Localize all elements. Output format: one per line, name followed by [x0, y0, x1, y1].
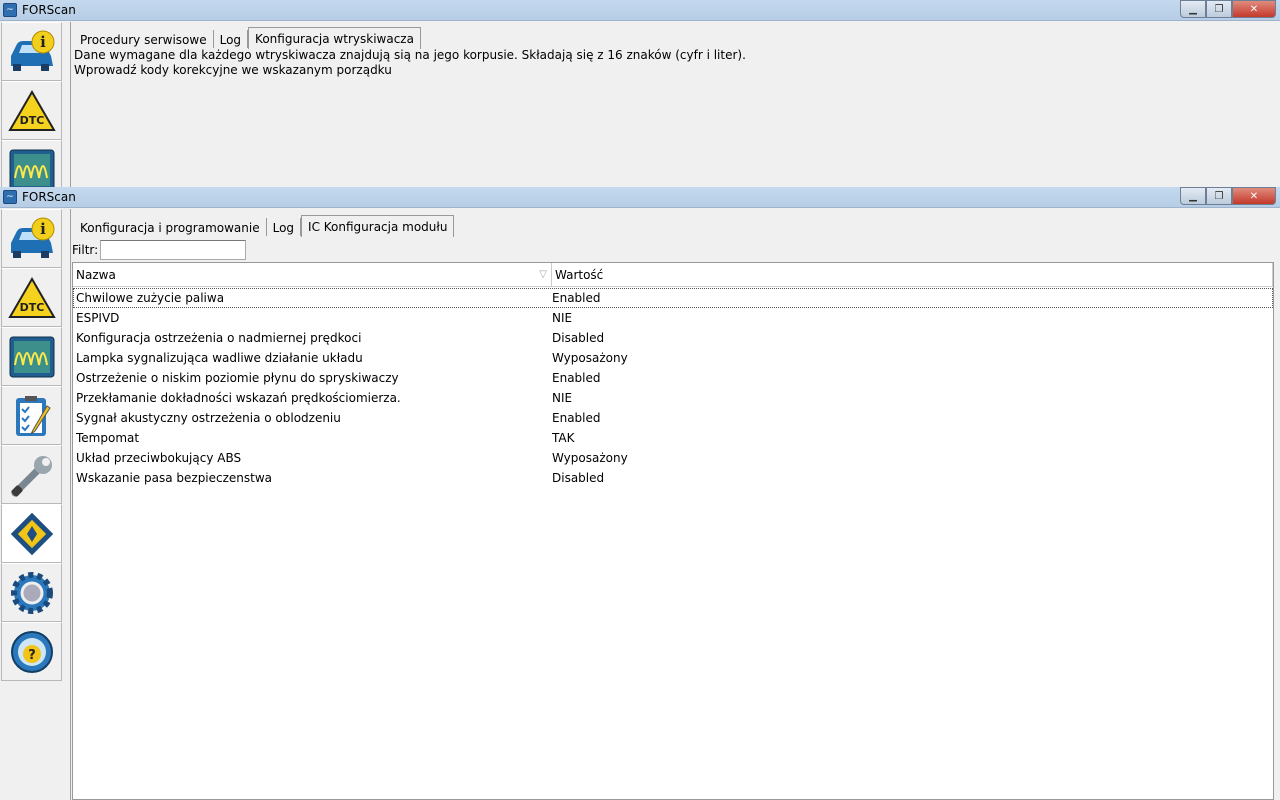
- table-row[interactable]: Sygnał akustyczny ostrzeżenia o oblodzen…: [73, 408, 1273, 428]
- forscan-app-icon: ~: [3, 190, 17, 204]
- close-button[interactable]: ✕: [1232, 187, 1276, 205]
- sidebar: DTC: [0, 22, 71, 187]
- cell-value[interactable]: Wyposażony: [549, 351, 628, 365]
- config-table: Nazwa ▽ Wartość Chwilowe zużycie paliwa En…: [72, 262, 1274, 800]
- cell-name: Wskazanie pasa bezpieczenstwa: [76, 471, 273, 485]
- close-button[interactable]: ✕: [1232, 0, 1276, 18]
- title-bar: ~ FORScan ▁ ❐ ✕: [0, 187, 1280, 208]
- dtc-label: DTC: [19, 301, 44, 314]
- oscilloscope-icon: [7, 148, 57, 188]
- sidebar: DTC: [0, 209, 71, 800]
- cell-name: Konfiguracja ostrzeżenia o nadmiernej pr…: [76, 331, 362, 345]
- sidebar-settings[interactable]: [1, 563, 62, 622]
- table-row[interactable]: Przekłamanie dokładności wskazań prędkoś…: [73, 388, 1273, 408]
- cell-name: Chwilowe zużycie paliwa: [76, 291, 225, 305]
- window-title: FORScan: [22, 190, 76, 204]
- table-row[interactable]: Wskazanie pasa bezpieczenstwa Disabled: [73, 468, 1273, 488]
- sort-icon: ▽: [539, 269, 547, 280]
- tab-bar: Procedury serwisowe Log Konfiguracja wtr…: [72, 26, 1280, 49]
- restore-button[interactable]: ❐: [1206, 0, 1232, 18]
- oscilloscope-icon: [7, 335, 57, 379]
- sidebar-vehicle-info[interactable]: [1, 22, 62, 81]
- sidebar-help[interactable]: [1, 622, 62, 681]
- cell-name: ESPIVD: [76, 311, 120, 325]
- tab-injector-config[interactable]: Konfiguracja wtryskiwacza: [248, 27, 421, 49]
- sidebar-checklist[interactable]: [1, 386, 62, 445]
- dtc-icon: DTC: [7, 89, 56, 131]
- table-row[interactable]: Konfiguracja ostrzeżenia o nadmiernej pr…: [73, 328, 1273, 348]
- cell-name: Przekłamanie dokładności wskazań prędkoś…: [76, 391, 401, 405]
- help-steering-icon: [7, 630, 57, 674]
- sidebar-service[interactable]: [1, 445, 62, 504]
- cell-name: Tempomat: [76, 431, 140, 445]
- cell-value[interactable]: TAK: [549, 431, 574, 445]
- cell-value[interactable]: Enabled: [549, 291, 601, 305]
- cell-value[interactable]: Wyposażony: [549, 451, 628, 465]
- wrench-icon: [7, 453, 57, 497]
- tab-bar: Konfiguracja i programowanie Log IC Konf…: [72, 214, 1280, 237]
- cell-name: Układ przeciwbokujący ABS: [76, 451, 242, 465]
- table-row[interactable]: Ostrzeżenie o niskim poziomie płynu do s…: [73, 368, 1273, 388]
- dtc-icon: DTC: [7, 276, 56, 318]
- sidebar-dtc[interactable]: DTC: [1, 81, 62, 140]
- forscan-app-icon: ~: [3, 3, 17, 17]
- sidebar-module-config[interactable]: [1, 504, 62, 563]
- sidebar-vehicle-info[interactable]: [1, 209, 62, 268]
- cell-name: Sygnał akustyczny ostrzeżenia o oblodzen…: [76, 411, 341, 425]
- tab-config-programming[interactable]: Konfiguracja i programowanie: [74, 218, 267, 236]
- checklist-icon: [7, 394, 57, 438]
- cell-value[interactable]: NIE: [549, 311, 572, 325]
- sidebar-oscilloscope[interactable]: [1, 327, 62, 386]
- restore-button[interactable]: ❐: [1206, 187, 1232, 205]
- instruction-line-1: Dane wymagane dla każdego wtryskiwacza z…: [74, 48, 746, 62]
- table-row[interactable]: Tempomat TAK: [73, 428, 1273, 448]
- sidebar-oscilloscope[interactable]: [1, 140, 62, 187]
- window-injector-config: ~ FORScan ▁ ❐ ✕ DTC Procedury serwisowe …: [0, 0, 1280, 187]
- tab-service-procedures[interactable]: Procedury serwisowe: [74, 30, 214, 48]
- window-title: FORScan: [22, 3, 76, 17]
- cell-name: Lampka sygnalizująca wadliwe działanie u…: [76, 351, 363, 365]
- sidebar-dtc[interactable]: DTC: [1, 268, 62, 327]
- column-name-label: Nazwa: [76, 267, 116, 282]
- cell-value[interactable]: Disabled: [549, 331, 604, 345]
- filter-input[interactable]: [100, 240, 247, 260]
- cell-value[interactable]: Enabled: [549, 411, 601, 425]
- table-body: Chwilowe zużycie paliwa Enabled ESPIVD NIE K…: [73, 287, 1273, 488]
- tab-log[interactable]: Log: [267, 218, 302, 236]
- minimize-button[interactable]: ▁: [1180, 187, 1206, 205]
- cell-value[interactable]: Disabled: [549, 471, 604, 485]
- tab-ic-module-config[interactable]: IC Konfiguracja modułu: [301, 215, 455, 237]
- column-value-label: Wartość: [555, 267, 604, 282]
- module-config-icon: [7, 512, 57, 556]
- cell-value[interactable]: NIE: [549, 391, 572, 405]
- instruction-line-2: Wprowadź kody korekcyjne we wskazanym po…: [74, 63, 392, 77]
- vehicle-info-icon: [7, 217, 57, 261]
- table-header: Nazwa ▽ Wartość: [73, 263, 1273, 287]
- title-bar: ~ FORScan ▁ ❐ ✕: [0, 0, 1280, 21]
- vehicle-info-icon: [7, 30, 57, 74]
- table-row[interactable]: Lampka sygnalizująca wadliwe działanie u…: [73, 348, 1273, 368]
- cell-value[interactable]: Enabled: [549, 371, 601, 385]
- dtc-label: DTC: [19, 114, 44, 127]
- table-row[interactable]: ESPIVD NIE: [73, 308, 1273, 328]
- column-header-name[interactable]: Nazwa ▽: [73, 263, 552, 286]
- minimize-button[interactable]: ▁: [1180, 0, 1206, 18]
- settings-gear-icon: [7, 571, 57, 615]
- table-row[interactable]: Układ przeciwbokujący ABS Wyposażony: [73, 448, 1273, 468]
- cell-name: Ostrzeżenie o niskim poziomie płynu do s…: [76, 371, 399, 385]
- tab-log[interactable]: Log: [214, 30, 249, 48]
- table-row[interactable]: Chwilowe zużycie paliwa Enabled: [73, 288, 1273, 308]
- filter-label: Filtr:: [72, 243, 99, 257]
- column-header-value[interactable]: Wartość: [552, 263, 1273, 286]
- filter-bar: Filtr:: [72, 238, 1280, 262]
